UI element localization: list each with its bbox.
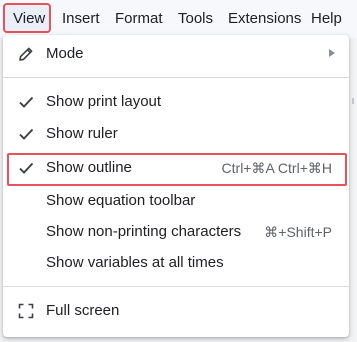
menu-format[interactable]: Format xyxy=(115,10,163,28)
menu-separator xyxy=(3,286,349,287)
menu-item-mode[interactable]: Mode xyxy=(3,39,349,69)
menu-item-label: Show ruler xyxy=(46,125,118,142)
menu-item-show-variables[interactable]: Show variables at all times xyxy=(3,248,349,278)
menu-item-show-ruler[interactable]: Show ruler xyxy=(3,119,349,149)
menu-item-show-equation-toolbar[interactable]: Show equation toolbar xyxy=(3,186,349,216)
menu-extensions[interactable]: Extensions xyxy=(228,10,301,28)
menu-insert[interactable]: Insert xyxy=(62,10,100,28)
submenu-arrow-icon xyxy=(329,49,335,57)
menu-item-label: Show non-printing characters xyxy=(46,223,242,240)
checkmark-icon xyxy=(17,125,35,143)
pencil-icon xyxy=(17,45,35,63)
menu-item-label: Mode xyxy=(46,45,84,62)
menu-item-label: Show equation toolbar xyxy=(46,192,196,209)
menu-bar: View Insert Format Tools Extensions Help xyxy=(0,0,357,38)
menu-item-label: Full screen xyxy=(46,302,120,319)
background-fragment xyxy=(352,98,354,104)
view-dropdown-menu: Mode Show print layout Show ruler Show o… xyxy=(3,35,349,337)
menu-tools[interactable]: Tools xyxy=(178,10,213,28)
menu-item-show-print-layout[interactable]: Show print layout xyxy=(3,87,349,117)
menu-separator xyxy=(3,77,349,78)
menu-item-label: Show variables at all times xyxy=(46,254,224,271)
menu-item-full-screen[interactable]: Full screen xyxy=(3,296,349,326)
menu-item-show-non-printing-characters[interactable]: Show non-printing characters ⌘+Shift+P xyxy=(3,217,349,247)
fullscreen-icon xyxy=(17,302,35,320)
keyboard-shortcut: ⌘+Shift+P xyxy=(264,224,332,240)
menu-view[interactable]: View xyxy=(13,10,45,28)
menu-item-label: Show print layout xyxy=(46,93,162,110)
menu-help[interactable]: Help xyxy=(311,10,342,28)
show-outline-highlight xyxy=(7,153,347,186)
checkmark-icon xyxy=(17,93,35,111)
